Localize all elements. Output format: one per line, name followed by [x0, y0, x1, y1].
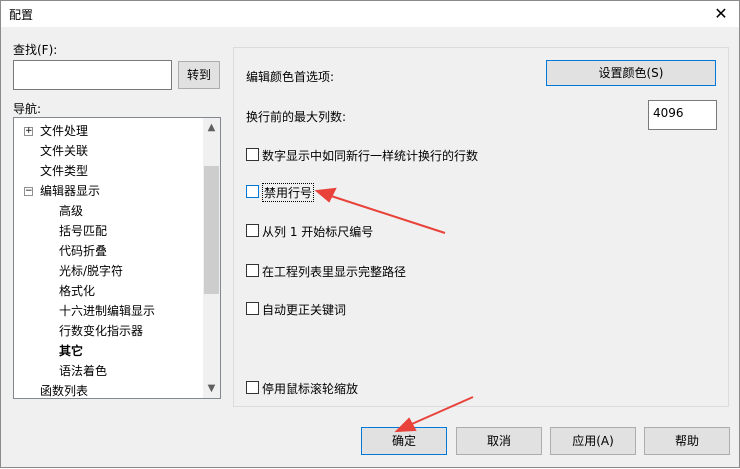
option-checkbox[interactable]	[246, 264, 259, 277]
nav-tree-item[interactable]: 格式化	[59, 281, 95, 301]
option-checkbox-label[interactable]: 自动更正关键词	[262, 301, 346, 318]
help-button[interactable]: 帮助	[644, 427, 730, 455]
nav-tree-item-label: 文件处理	[40, 124, 89, 138]
nav-tree-item[interactable]: − 编辑器显示	[24, 181, 101, 201]
nav-tree-item-label: 光标/脱字符	[59, 264, 124, 278]
nav-tree-item[interactable]: 行数变化指示器	[59, 321, 143, 341]
nav-tree-item-label: 编辑器显示	[40, 184, 101, 198]
scroll-thumb[interactable]	[204, 166, 219, 294]
nav-tree-item-label: 括号匹配	[59, 224, 108, 238]
nav-tree-item[interactable]: 代码折叠	[59, 241, 107, 261]
nav-tree-item[interactable]: 语法着色	[59, 361, 107, 381]
nav-tree-item-label: 高级	[59, 204, 84, 218]
nav-label: 导航:	[13, 102, 42, 116]
max-cols-input[interactable]: 4096	[648, 100, 717, 130]
apply-button[interactable]: 应用(A)	[550, 427, 636, 455]
nav-tree-item-label: 函数列表	[40, 384, 89, 398]
nav-tree-item-label: 格式化	[59, 284, 96, 298]
window-title: 配置	[9, 8, 34, 22]
nav-tree-item[interactable]: 函数列表	[40, 381, 89, 398]
option-checkbox-label[interactable]: 禁用行号	[262, 183, 315, 202]
option-checkbox-label[interactable]: 在工程列表里显示完整路径	[262, 263, 406, 280]
nav-tree-item[interactable]: 光标/脱字符	[59, 261, 123, 281]
title-bar: 配置 ✕	[1, 1, 739, 27]
search-label: 查找(F):	[13, 43, 58, 57]
close-icon[interactable]: ✕	[709, 3, 733, 25]
nav-tree-item-label: 文件关联	[40, 144, 89, 158]
option-checkbox-label[interactable]: 从列 1 开始标尺编号	[262, 223, 373, 240]
search-input[interactable]	[13, 60, 172, 90]
nav-scrollbar[interactable]: ▲ ▼	[203, 118, 220, 398]
option-checkbox[interactable]	[246, 185, 259, 198]
nav-tree-item[interactable]: 高级	[59, 201, 83, 221]
option-checkbox-label[interactable]: 停用鼠标滚轮缩放	[262, 380, 358, 397]
option-checkbox[interactable]	[246, 148, 259, 161]
set-color-button[interactable]: 设置颜色(S)	[546, 60, 716, 86]
collapse-icon[interactable]: −	[24, 187, 33, 196]
option-checkbox[interactable]	[246, 381, 259, 394]
color-pref-label: 编辑颜色首选项:	[246, 70, 335, 84]
nav-tree-item-label: 其它	[59, 344, 84, 358]
cancel-button[interactable]: 取消	[456, 427, 542, 455]
nav-tree-item-label: 代码折叠	[59, 244, 108, 258]
option-checkbox-label[interactable]: 数字显示中如同新行一样统计换行的行数	[262, 147, 478, 164]
nav-tree-item-label: 行数变化指示器	[59, 324, 144, 338]
nav-tree-item-label: 文件类型	[40, 164, 89, 178]
goto-button[interactable]: 转到	[178, 61, 220, 89]
nav-tree-item[interactable]: 其它	[59, 341, 83, 361]
nav-tree-item-label: 十六进制编辑显示	[59, 304, 156, 318]
option-checkbox[interactable]	[246, 302, 259, 315]
ok-button[interactable]: 确定	[361, 427, 447, 455]
nav-tree-item[interactable]: 括号匹配	[59, 221, 107, 241]
max-cols-label: 换行前的最大列数:	[246, 110, 347, 124]
expand-icon[interactable]: +	[24, 127, 33, 136]
nav-tree-item[interactable]: + 文件处理	[24, 121, 89, 141]
config-dialog: 配置 ✕ 查找(F): 转到 导航: + 文件处理 文件关联 文件类型 − 编辑器显示 高级…	[0, 0, 740, 468]
nav-tree-item-label: 语法着色	[59, 364, 108, 378]
nav-tree-item[interactable]: 文件关联	[40, 141, 88, 161]
option-checkbox[interactable]	[246, 224, 259, 237]
nav-tree[interactable]: + 文件处理 文件关联 文件类型 − 编辑器显示 高级 括号匹配 代码折叠 光标/脱字符 格式化 十六…	[13, 117, 221, 399]
nav-tree-item[interactable]: 十六进制编辑显示	[59, 301, 155, 321]
scroll-down-icon[interactable]: ▼	[203, 380, 220, 397]
nav-tree-item[interactable]: 文件类型	[40, 161, 88, 181]
scroll-up-icon[interactable]: ▲	[203, 119, 220, 136]
